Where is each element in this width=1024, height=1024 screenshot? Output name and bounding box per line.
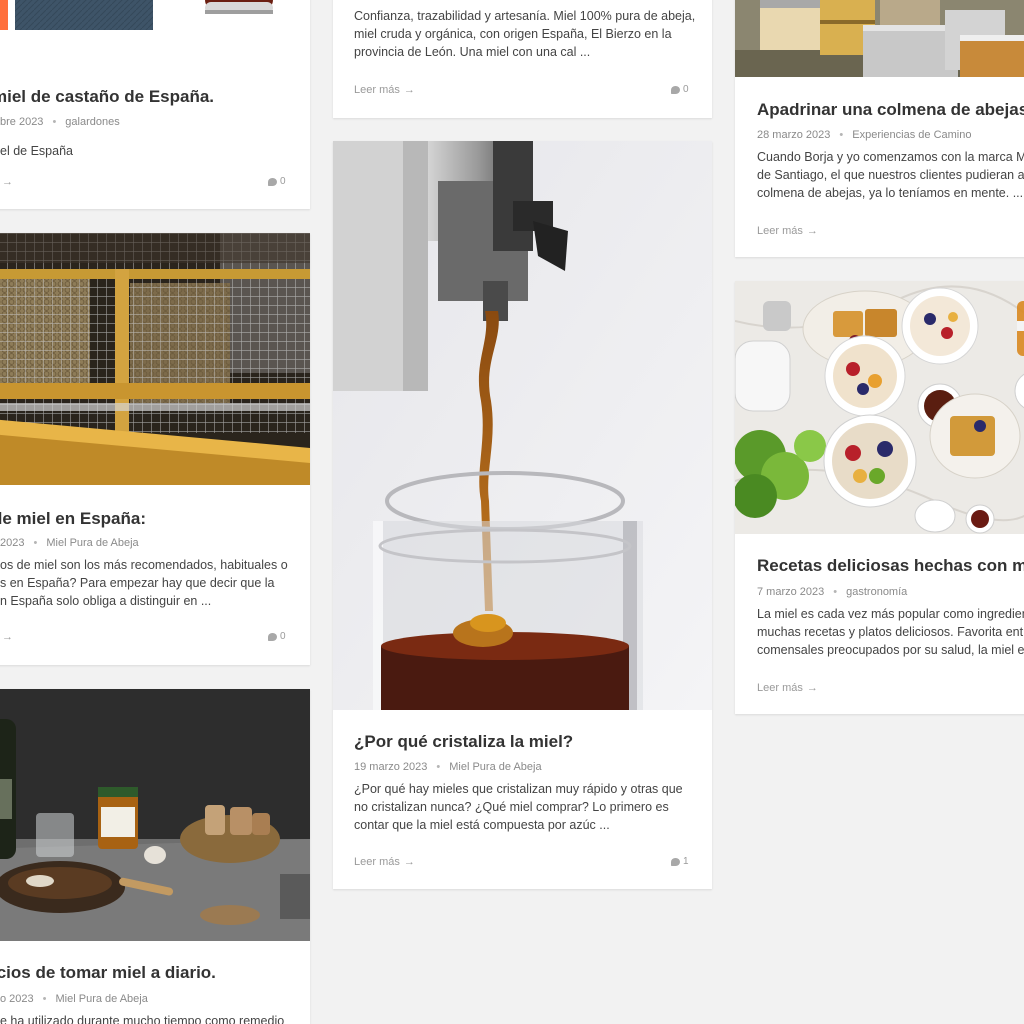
post-title[interactable]: de miel en España: [0, 509, 146, 529]
post-image-breakfast-table[interactable] [735, 281, 1024, 534]
post-date: 19 marzo 2023 [354, 761, 428, 773]
arrow-right-icon: → [806, 682, 818, 694]
post-card-beneficios: icios de tomar miel a diario. o 2023 • Mie… [0, 689, 310, 1024]
comment-count[interactable]: 0 [268, 176, 286, 187]
post-excerpt: os de miel son los más recomendados, hab… [0, 556, 288, 610]
arrow-right-icon: → [403, 84, 415, 96]
excerpt-line: Cuando Borja y yo comenzamos con la marc… [757, 150, 1024, 164]
excerpt-line: ¿Por qué hay mieles que cristalizan muy … [354, 782, 683, 796]
post-title[interactable]: Apadrinar una colmena de abejas [757, 100, 1024, 120]
comment-count[interactable]: 0 [671, 84, 689, 95]
post-image-beehives[interactable] [735, 0, 1024, 77]
excerpt-line: contar que la miel está compuesta por az… [354, 818, 610, 832]
comment-count-value: 0 [280, 631, 286, 642]
excerpt-line: provincia de León. Una miel con una cal … [354, 45, 591, 59]
post-image-castano[interactable] [0, 0, 310, 30]
arrow-right-icon: → [403, 856, 415, 868]
post-excerpt: La miel es cada vez más popular como ing… [757, 605, 1024, 659]
post-date: 28 marzo 2023 [757, 129, 831, 141]
arrow-right-icon: → [2, 631, 13, 643]
read-more-label: Leer más [354, 84, 400, 96]
excerpt-line: os de miel son los más recomendados, hab… [0, 558, 288, 572]
read-more-label: Leer más [354, 856, 400, 868]
post-category[interactable]: Miel Pura de Abeja [56, 993, 148, 1005]
post-date: 2023 [0, 537, 25, 549]
post-meta: 7 marzo 2023 • gastronomía [757, 586, 907, 598]
excerpt-line: no cristalizan nunca? ¿Qué miel comprar?… [354, 800, 669, 814]
post-image-honeycomb-frames[interactable] [0, 233, 310, 485]
post-excerpt: Cuando Borja y yo comenzamos con la marc… [757, 148, 1024, 202]
post-image-honey-table[interactable] [0, 689, 310, 941]
post-title[interactable]: Recetas deliciosas hechas con m [757, 556, 1024, 576]
post-card-tipos-miel: de miel en España: 2023 • Miel Pura de Abe… [0, 233, 310, 665]
post-title[interactable]: miel de castaño de España. [0, 87, 214, 107]
read-more-link[interactable]: Leer más → [354, 856, 415, 868]
comment-bubble-icon [268, 632, 277, 641]
post-category[interactable]: Miel Pura de Abeja [449, 761, 541, 773]
excerpt-line: La miel es cada vez más popular como ing… [757, 607, 1024, 621]
meta-separator: • [42, 993, 47, 1005]
meta-separator: • [33, 537, 38, 549]
post-meta: bre 2023 • galardones [0, 116, 120, 128]
post-image-honey-pour[interactable] [333, 141, 712, 710]
post-date: 7 marzo 2023 [757, 586, 825, 598]
post-meta: 28 marzo 2023 • Experiencias de Camino [757, 129, 971, 141]
excerpt-line: miel cruda y orgánica, con origen España… [354, 27, 672, 41]
meta-separator: • [52, 116, 57, 128]
excerpt-line: Confianza, trazabilidad y artesanía. Mie… [354, 9, 696, 23]
read-more-label: Leer más [757, 225, 803, 237]
post-title[interactable]: icios de tomar miel a diario. [0, 963, 216, 983]
comment-count-value: 0 [280, 176, 286, 187]
comment-bubble-icon [268, 177, 277, 186]
post-meta: o 2023 • Miel Pura de Abeja [0, 993, 148, 1005]
comment-count-value: 1 [683, 856, 689, 867]
meta-separator: • [833, 586, 838, 598]
post-card-apadrinar: Apadrinar una colmena de abejas 28 marzo… [735, 0, 1024, 257]
comment-count-value: 0 [683, 84, 689, 95]
excerpt-line: de Santiago, el que nuestros clientes pu… [757, 168, 1024, 182]
comment-bubble-icon [671, 85, 680, 94]
post-meta: 2023 • Miel Pura de Abeja [0, 537, 139, 549]
read-more-link[interactable]: Leer más → [757, 225, 818, 237]
post-date: o 2023 [0, 993, 34, 1005]
post-card-cristaliza: ¿Por qué cristaliza la miel? 19 marzo 20… [333, 141, 712, 889]
post-meta: 19 marzo 2023 • Miel Pura de Abeja [354, 761, 542, 773]
read-more-link[interactable]: → [0, 176, 13, 188]
read-more-link[interactable]: → [0, 631, 13, 643]
excerpt-line: el de España [0, 144, 73, 158]
excerpt-line: e ha utilizado durante mucho tiempo como… [0, 1014, 285, 1024]
excerpt-line: n España solo obliga a distinguir en ... [0, 594, 212, 608]
comment-bubble-icon [671, 857, 680, 866]
post-card-castano: miel de castaño de España. bre 2023 • gala… [0, 0, 310, 209]
post-card-recetas: Recetas deliciosas hechas con m 7 marzo … [735, 281, 1024, 714]
post-date: bre 2023 [0, 116, 44, 128]
arrow-right-icon: → [2, 176, 13, 188]
post-card-confianza: Confianza, trazabilidad y artesanía. Mie… [333, 0, 712, 118]
excerpt-line: colmena de abejas, ya lo teníamos en men… [757, 186, 1024, 200]
excerpt-line: muchas recetas y platos deliciosos. Favo… [757, 625, 1024, 639]
post-excerpt: Confianza, trazabilidad y artesanía. Mie… [354, 7, 695, 61]
read-more-label: Leer más [757, 682, 803, 694]
read-more-link[interactable]: Leer más → [354, 84, 415, 96]
post-excerpt: ¿Por qué hay mieles que cristalizan muy … [354, 780, 683, 834]
read-more-link[interactable]: Leer más → [757, 682, 818, 694]
excerpt-line: comensales preocupados por su salud, la … [757, 643, 1024, 657]
excerpt-line: s en España? Para empezar hay que decir … [0, 576, 275, 590]
post-category[interactable]: galardones [65, 116, 119, 128]
post-excerpt: e ha utilizado durante mucho tiempo como… [0, 1012, 284, 1024]
post-category[interactable]: Experiencias de Camino [852, 129, 971, 141]
post-title[interactable]: ¿Por qué cristaliza la miel? [354, 732, 573, 752]
post-category[interactable]: Miel Pura de Abeja [46, 537, 138, 549]
post-excerpt: el de España [0, 142, 73, 160]
comment-count[interactable]: 0 [268, 631, 286, 642]
arrow-right-icon: → [806, 225, 818, 237]
meta-separator: • [436, 761, 441, 773]
comment-count[interactable]: 1 [671, 856, 689, 867]
post-category[interactable]: gastronomía [846, 586, 907, 598]
meta-separator: • [839, 129, 844, 141]
